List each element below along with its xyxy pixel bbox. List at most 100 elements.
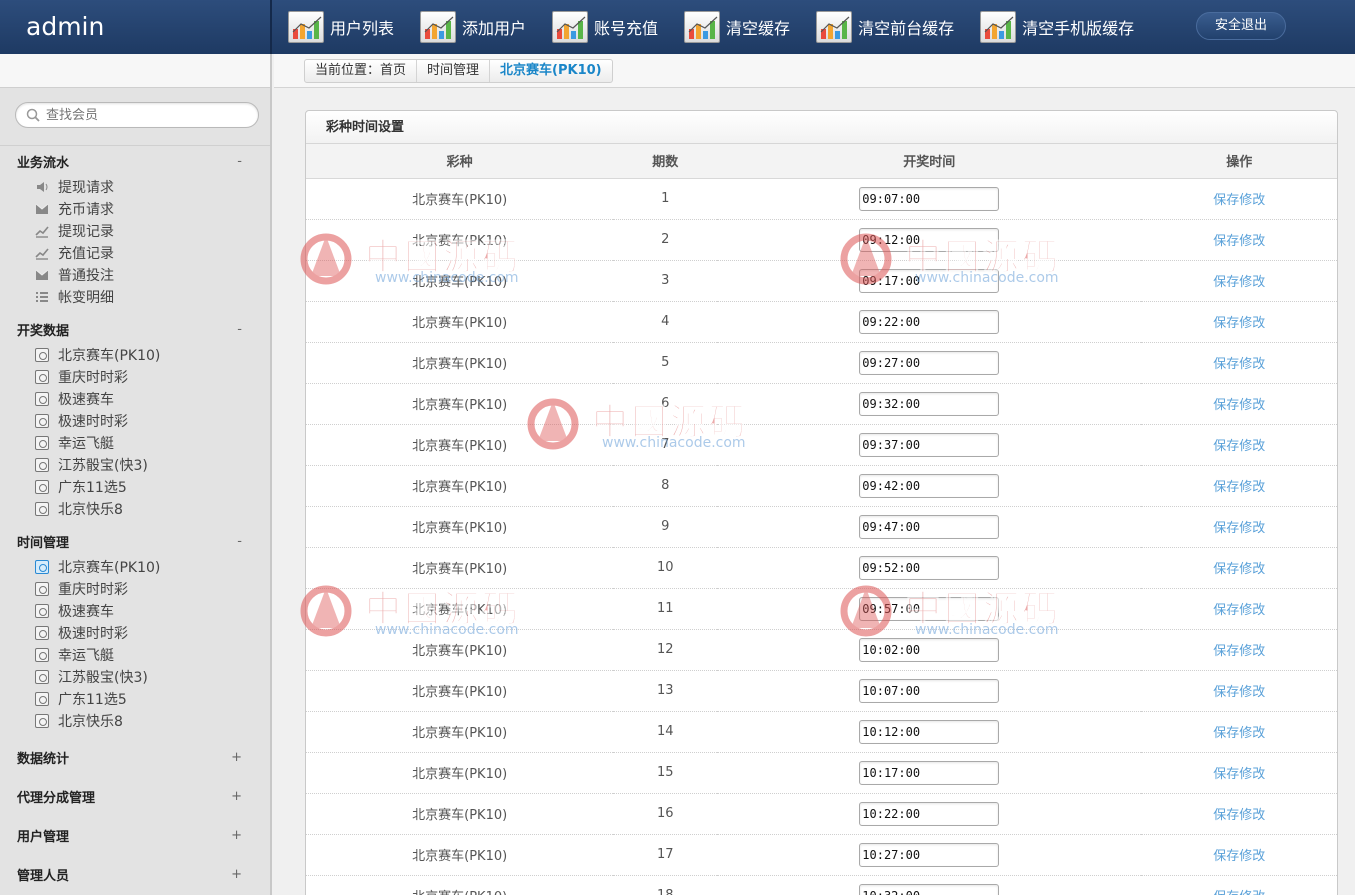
menu-section-header[interactable]: 时间管理 -	[0, 526, 270, 556]
draw-time-input[interactable]	[859, 514, 1000, 539]
menu-item[interactable]: 普通投注	[0, 264, 270, 286]
menu-item[interactable]: 广东11选5	[0, 688, 270, 710]
menu-item[interactable]: 重庆时时彩	[0, 366, 270, 388]
draw-time-input[interactable]	[859, 268, 1000, 293]
logout-button[interactable]: 安全退出	[1196, 12, 1286, 40]
menu-item[interactable]: 北京赛车(PK10)	[0, 556, 270, 578]
draw-time-input[interactable]	[859, 596, 1000, 621]
menu-section-header[interactable]: 数据统计 +	[0, 738, 270, 777]
draw-time-input[interactable]	[859, 719, 1000, 744]
chart-up-icon	[35, 226, 49, 238]
column-header-lottery: 彩种	[306, 144, 614, 179]
save-changes-link[interactable]: 保存修改	[1213, 808, 1265, 823]
draw-time-input[interactable]	[859, 432, 1000, 457]
topnav-item[interactable]: 清空缓存	[684, 0, 790, 54]
menu-item[interactable]: 北京赛车(PK10)	[0, 344, 270, 366]
expand-icon[interactable]: +	[231, 867, 242, 882]
save-changes-link[interactable]: 保存修改	[1213, 767, 1265, 782]
draw-time-cell	[717, 588, 1142, 630]
draw-time-cell	[717, 629, 1142, 671]
expand-icon[interactable]: +	[231, 828, 242, 843]
draw-time-input[interactable]	[859, 637, 1000, 662]
action-cell: 保存修改	[1141, 424, 1337, 466]
lottery-cell: 北京赛车(PK10)	[306, 424, 614, 466]
menu-section-header[interactable]: 开奖数据 -	[0, 314, 270, 344]
collapse-icon[interactable]: -	[237, 154, 242, 169]
search-icon	[26, 108, 40, 122]
draw-time-input[interactable]	[859, 883, 1000, 895]
draw-time-input[interactable]	[859, 227, 1000, 252]
menu-item[interactable]: 重庆时时彩	[0, 578, 270, 600]
save-changes-link[interactable]: 保存修改	[1213, 644, 1265, 659]
menu-section-header[interactable]: 用户管理 +	[0, 816, 270, 855]
draw-time-input[interactable]	[859, 760, 1000, 785]
collapse-icon[interactable]: -	[237, 322, 242, 337]
save-changes-link[interactable]: 保存修改	[1213, 480, 1265, 495]
menu-item[interactable]: 北京快乐8	[0, 710, 270, 732]
draw-time-input[interactable]	[859, 186, 1000, 211]
save-changes-link[interactable]: 保存修改	[1213, 439, 1265, 454]
menu-item[interactable]: 提现请求	[0, 176, 270, 198]
save-changes-link[interactable]: 保存修改	[1213, 234, 1265, 249]
expand-icon[interactable]: +	[231, 789, 242, 804]
expand-icon[interactable]: +	[231, 750, 242, 765]
save-changes-link[interactable]: 保存修改	[1213, 603, 1265, 618]
save-changes-link[interactable]: 保存修改	[1213, 357, 1265, 372]
lottery-cell: 北京赛车(PK10)	[306, 752, 614, 794]
item-icon	[35, 480, 49, 494]
menu-section-header[interactable]: 业务流水 -	[0, 146, 270, 176]
item-icon	[35, 670, 49, 684]
menu-item[interactable]: 提现记录	[0, 220, 270, 242]
save-changes-link[interactable]: 保存修改	[1213, 316, 1265, 331]
save-changes-link[interactable]: 保存修改	[1213, 849, 1265, 864]
save-changes-link[interactable]: 保存修改	[1213, 890, 1265, 895]
menu-section-header[interactable]: 管理人员 +	[0, 855, 270, 894]
menu-item[interactable]: 幸运飞艇	[0, 432, 270, 454]
draw-time-input[interactable]	[859, 391, 1000, 416]
topnav-item[interactable]: 账号充值	[552, 0, 658, 54]
menu-item[interactable]: 极速时时彩	[0, 622, 270, 644]
draw-time-input[interactable]	[859, 555, 1000, 580]
menu-item[interactable]: 北京快乐8	[0, 498, 270, 520]
breadcrumb-item[interactable]: 当前位置：首页	[305, 60, 418, 82]
menu-item[interactable]: 帐变明细	[0, 286, 270, 308]
topnav-item[interactable]: 清空前台缓存	[816, 0, 954, 54]
speaker-icon	[37, 182, 48, 192]
action-cell: 保存修改	[1141, 629, 1337, 671]
draw-time-input[interactable]	[859, 309, 1000, 334]
collapse-icon[interactable]: -	[237, 534, 242, 549]
draw-time-input[interactable]	[859, 678, 1000, 703]
save-changes-link[interactable]: 保存修改	[1213, 726, 1265, 741]
draw-time-cell	[717, 670, 1142, 712]
topnav-item[interactable]: 清空手机版缓存	[980, 0, 1134, 54]
menu-item[interactable]: 充值记录	[0, 242, 270, 264]
search-box[interactable]	[15, 102, 259, 128]
save-changes-link[interactable]: 保存修改	[1213, 193, 1265, 208]
save-changes-link[interactable]: 保存修改	[1213, 521, 1265, 536]
topnav-item[interactable]: 添加用户	[420, 0, 526, 54]
save-changes-link[interactable]: 保存修改	[1213, 398, 1265, 413]
draw-time-input[interactable]	[859, 473, 1000, 498]
save-changes-link[interactable]: 保存修改	[1213, 685, 1265, 700]
save-changes-link[interactable]: 保存修改	[1213, 275, 1265, 290]
issue-cell: 17	[613, 834, 718, 876]
menu-item[interactable]: 江苏骰宝(快3)	[0, 454, 270, 476]
save-changes-link[interactable]: 保存修改	[1213, 562, 1265, 577]
menu-item[interactable]: 广东11选5	[0, 476, 270, 498]
menu-item[interactable]: 充币请求	[0, 198, 270, 220]
draw-time-input[interactable]	[859, 842, 1000, 867]
topnav-item[interactable]: 用户列表	[288, 0, 394, 54]
menu-item[interactable]: 极速时时彩	[0, 410, 270, 432]
breadcrumb-item[interactable]: 时间管理	[417, 60, 491, 82]
search-input[interactable]	[46, 106, 246, 124]
issue-cell: 15	[613, 752, 718, 794]
menu-item[interactable]: 极速赛车	[0, 388, 270, 410]
menu-section-header[interactable]: 代理分成管理 +	[0, 777, 270, 816]
menu-item[interactable]: 幸运飞艇	[0, 644, 270, 666]
menu-item[interactable]: 极速赛车	[0, 600, 270, 622]
draw-time-cell	[717, 793, 1142, 835]
menu-item[interactable]: 江苏骰宝(快3)	[0, 666, 270, 688]
draw-time-input[interactable]	[859, 801, 1000, 826]
draw-time-input[interactable]	[859, 350, 1000, 375]
lottery-cell: 北京赛车(PK10)	[306, 178, 614, 220]
